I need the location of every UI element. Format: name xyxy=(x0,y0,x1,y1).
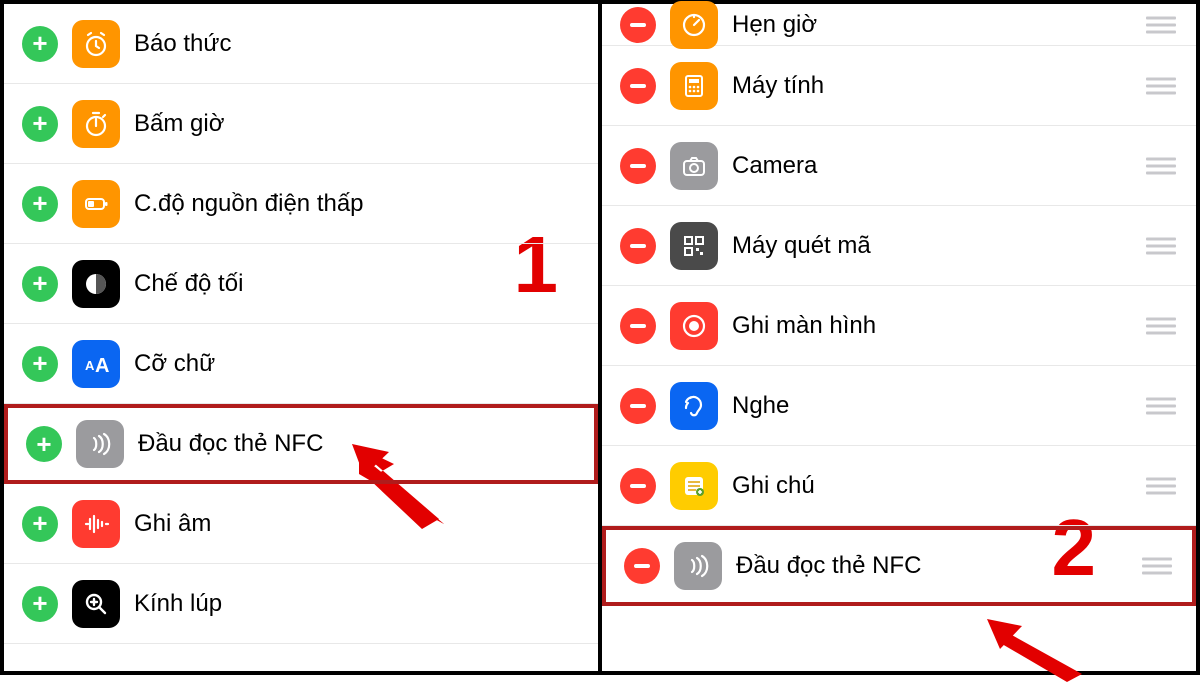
left-row-1[interactable]: + Bấm giờ xyxy=(4,84,598,164)
add-button[interactable]: + xyxy=(22,266,58,302)
dark-icon xyxy=(72,260,120,308)
item-label: Ghi chú xyxy=(732,472,815,500)
item-label: C.độ nguồn điện thấp xyxy=(134,190,364,218)
right-row-6[interactable]: Ghi chú xyxy=(602,446,1196,526)
left-row-5[interactable]: + Đầu đọc thẻ NFC xyxy=(4,404,598,484)
remove-button[interactable] xyxy=(620,468,656,504)
battery-icon xyxy=(72,180,120,228)
add-button[interactable]: + xyxy=(22,186,58,222)
item-label: Báo thức xyxy=(134,30,231,58)
left-row-3[interactable]: + Chế độ tối xyxy=(4,244,598,324)
left-row-0[interactable]: + Báo thức xyxy=(4,4,598,84)
right-row-1[interactable]: Máy tính xyxy=(602,46,1196,126)
item-label: Ghi màn hình xyxy=(732,312,876,340)
stopwatch-icon xyxy=(72,100,120,148)
left-panel: 1 +Báo thức+Bấm giờ+C.độ nguồn điện thấp… xyxy=(0,0,600,675)
magnifier-icon xyxy=(72,580,120,628)
right-panel: 2 Hẹn giờMáy tínhCameraMáy quét mãGhi mà… xyxy=(600,0,1200,675)
right-row-4[interactable]: Ghi màn hình xyxy=(602,286,1196,366)
item-label: Đầu đọc thẻ NFC xyxy=(736,552,921,580)
notes-icon xyxy=(670,462,718,510)
add-button[interactable]: + xyxy=(22,106,58,142)
svg-text:A: A xyxy=(85,358,95,373)
item-label: Máy quét mã xyxy=(732,232,871,260)
record-icon xyxy=(670,302,718,350)
item-label: Máy tính xyxy=(732,72,824,100)
item-label: Camera xyxy=(732,152,817,180)
add-button[interactable]: + xyxy=(22,26,58,62)
left-row-7[interactable]: + Kính lúp xyxy=(4,564,598,644)
remove-button[interactable] xyxy=(620,148,656,184)
left-row-4[interactable]: + AA Cỡ chữ xyxy=(4,324,598,404)
item-label: Chế độ tối xyxy=(134,270,243,298)
svg-text:A: A xyxy=(95,355,109,377)
left-row-2[interactable]: + C.độ nguồn điện thấp xyxy=(4,164,598,244)
calculator-icon xyxy=(670,62,718,110)
camera-icon xyxy=(670,142,718,190)
qr-icon xyxy=(670,222,718,270)
item-label: Hẹn giờ xyxy=(732,11,817,39)
remove-button[interactable] xyxy=(620,308,656,344)
item-label: Cỡ chữ xyxy=(134,350,215,378)
add-button[interactable]: + xyxy=(22,346,58,382)
add-button[interactable]: + xyxy=(22,586,58,622)
drag-handle-icon[interactable] xyxy=(1146,16,1176,33)
arrow-2 xyxy=(972,604,1092,684)
item-label: Ghi âm xyxy=(134,510,211,538)
right-row-2[interactable]: Camera xyxy=(602,126,1196,206)
item-label: Kính lúp xyxy=(134,590,222,618)
drag-handle-icon[interactable] xyxy=(1146,77,1176,94)
right-row-5[interactable]: Nghe xyxy=(602,366,1196,446)
nfc-icon xyxy=(76,420,124,468)
textsize-icon: AA xyxy=(72,340,120,388)
drag-handle-icon[interactable] xyxy=(1146,157,1176,174)
drag-handle-icon[interactable] xyxy=(1146,317,1176,334)
soundwave-icon xyxy=(72,500,120,548)
item-label: Bấm giờ xyxy=(134,110,224,138)
drag-handle-icon[interactable] xyxy=(1146,477,1176,494)
remove-button[interactable] xyxy=(624,548,660,584)
remove-button[interactable] xyxy=(620,228,656,264)
add-button[interactable]: + xyxy=(26,426,62,462)
alarm-icon xyxy=(72,20,120,68)
timer-icon xyxy=(670,1,718,49)
add-button[interactable]: + xyxy=(22,506,58,542)
drag-handle-icon[interactable] xyxy=(1146,237,1176,254)
remove-button[interactable] xyxy=(620,68,656,104)
drag-handle-icon[interactable] xyxy=(1142,558,1172,575)
item-label: Nghe xyxy=(732,392,789,420)
nfc-icon xyxy=(674,542,722,590)
remove-button[interactable] xyxy=(620,7,656,43)
item-label: Đầu đọc thẻ NFC xyxy=(138,430,323,458)
right-row-7[interactable]: Đầu đọc thẻ NFC xyxy=(602,526,1196,606)
drag-handle-icon[interactable] xyxy=(1146,397,1176,414)
remove-button[interactable] xyxy=(620,388,656,424)
hearing-icon xyxy=(670,382,718,430)
right-row-3[interactable]: Máy quét mã xyxy=(602,206,1196,286)
left-row-6[interactable]: + Ghi âm xyxy=(4,484,598,564)
right-row-0[interactable]: Hẹn giờ xyxy=(602,4,1196,46)
